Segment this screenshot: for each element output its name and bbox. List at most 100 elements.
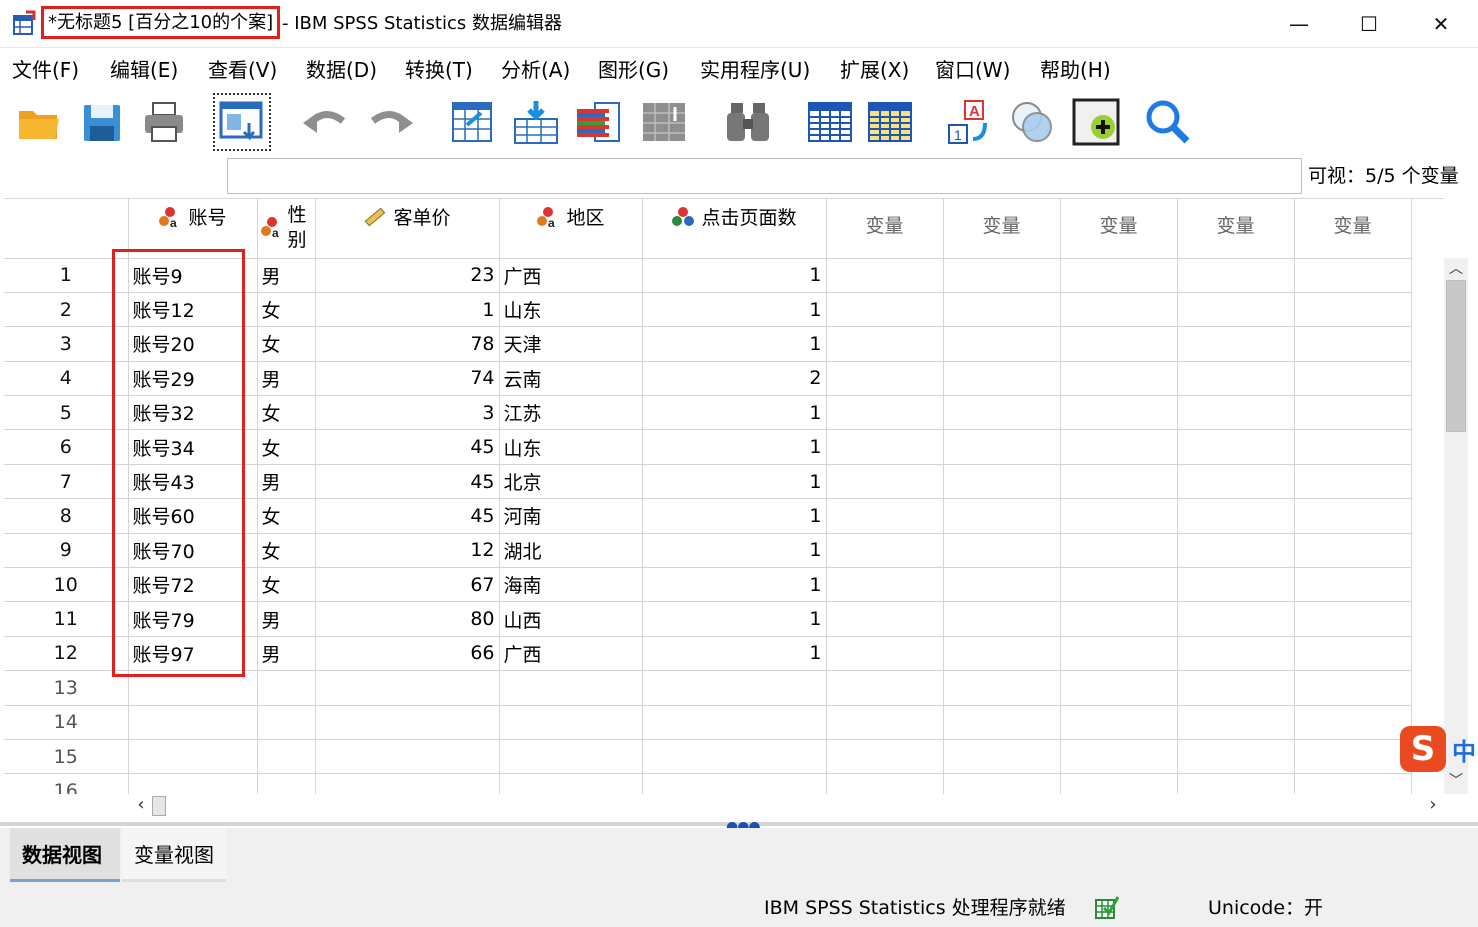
row-number[interactable]: 5 [4,395,129,431]
cell-empty[interactable] [1177,258,1295,293]
cell-account[interactable]: 账号60 [128,498,258,534]
row-number[interactable]: 4 [4,361,129,397]
cell-empty[interactable] [642,670,827,706]
use-sets-icon[interactable] [1004,94,1060,150]
cell-empty[interactable] [1294,601,1412,637]
tab-data-view[interactable]: 数据视图 [10,828,120,882]
vertical-scrollbar[interactable]: ︿ ﹀ [1444,258,1468,794]
cell-empty[interactable] [943,326,1061,362]
undo-icon[interactable] [296,94,352,150]
cell-clicks[interactable]: 1 [642,567,827,603]
row-number[interactable]: 7 [4,464,129,500]
cell-empty[interactable] [943,601,1061,637]
cell-price[interactable]: 67 [315,567,500,603]
cell-empty[interactable] [943,498,1061,534]
vertical-scroll-thumb[interactable] [1446,280,1466,432]
cell-region[interactable]: 广西 [499,258,643,293]
cell-account[interactable]: 账号9 [128,258,258,293]
scroll-down-icon[interactable]: ﹀ [1444,770,1468,792]
open-folder-icon[interactable] [10,94,66,150]
cell-empty[interactable] [826,361,944,397]
spss-app-icon[interactable] [12,10,38,36]
cell-empty[interactable] [257,773,316,794]
cell-account[interactable]: 账号72 [128,567,258,603]
row-number[interactable]: 10 [4,567,129,603]
cell-empty[interactable] [943,292,1061,328]
scroll-left-icon[interactable]: ‹ [130,794,152,818]
cell-empty[interactable] [1060,533,1178,569]
cell-empty[interactable] [1177,739,1295,775]
cell-gender[interactable]: 女 [257,395,316,431]
column-header-empty-variable[interactable]: 变量 [1294,199,1412,259]
cell-empty[interactable] [1060,567,1178,603]
cell-region[interactable]: 湖北 [499,533,643,569]
cell-clicks[interactable]: 1 [642,429,827,465]
row-number[interactable]: 16 [4,773,129,794]
cell-empty[interactable] [943,533,1061,569]
menu-view[interactable]: 查看(V) [208,56,277,84]
column-header-clicks[interactable]: 点击页面数 [642,199,827,259]
cell-empty[interactable] [315,705,500,740]
cell-account[interactable]: 账号12 [128,292,258,328]
cell-gender[interactable]: 女 [257,498,316,534]
cell-region[interactable]: 江苏 [499,395,643,431]
cell-price[interactable]: 78 [315,326,500,362]
cell-empty[interactable] [943,429,1061,465]
column-header-empty-variable[interactable]: 变量 [943,199,1061,259]
cell-empty[interactable] [1294,636,1412,672]
cell-price[interactable]: 45 [315,429,500,465]
cell-empty[interactable] [943,258,1061,293]
column-header-account[interactable]: a 账号 [128,199,258,259]
cell-empty[interactable] [1294,498,1412,534]
cell-empty[interactable] [1177,670,1295,706]
cell-empty[interactable] [1060,739,1178,775]
cell-region[interactable]: 广西 [499,636,643,672]
select-cases-icon[interactable] [862,94,918,150]
cell-empty[interactable] [826,773,944,794]
scroll-up-icon[interactable]: ︿ [1444,258,1468,280]
cell-empty[interactable] [1060,636,1178,672]
cell-empty[interactable] [128,670,258,706]
minimize-button[interactable]: — [1264,0,1334,48]
cell-price[interactable]: 74 [315,361,500,397]
cell-region[interactable]: 海南 [499,567,643,603]
cell-clicks[interactable]: 1 [642,533,827,569]
value-labels-icon[interactable]: A1 [942,94,998,150]
row-number[interactable]: 12 [4,636,129,672]
cell-region[interactable]: 云南 [499,361,643,397]
cell-empty[interactable] [1060,773,1178,794]
cell-clicks[interactable]: 1 [642,464,827,500]
cell-empty[interactable] [1294,705,1412,740]
insert-case-icon[interactable] [508,94,564,150]
cell-empty[interactable] [826,429,944,465]
cell-empty[interactable] [943,739,1061,775]
cell-gender[interactable]: 女 [257,567,316,603]
cell-empty[interactable] [315,670,500,706]
cell-empty[interactable] [826,292,944,328]
cell-price[interactable]: 45 [315,464,500,500]
cell-empty[interactable] [826,670,944,706]
cell-account[interactable]: 账号32 [128,395,258,431]
column-header-gender[interactable]: a 性 别 [257,199,316,259]
cell-region[interactable]: 天津 [499,326,643,362]
cell-account[interactable]: 账号70 [128,533,258,569]
cell-region[interactable]: 山东 [499,292,643,328]
cell-empty[interactable] [1060,670,1178,706]
row-number[interactable]: 2 [4,292,129,328]
cell-gender[interactable]: 男 [257,361,316,397]
cell-empty[interactable] [499,739,643,775]
cell-account[interactable]: 账号29 [128,361,258,397]
menu-transform[interactable]: 转换(T) [405,56,473,84]
cell-empty[interactable] [1060,326,1178,362]
goto-case-icon[interactable] [444,94,500,150]
menu-graphs[interactable]: 图形(G) [598,56,669,84]
cell-empty[interactable] [943,567,1061,603]
horizontal-scrollbar[interactable]: ‹ › [130,794,1444,818]
cell-gender[interactable]: 女 [257,429,316,465]
cell-empty[interactable] [1060,429,1178,465]
cell-empty[interactable] [826,395,944,431]
row-number[interactable]: 13 [4,670,129,706]
cell-clicks[interactable]: 1 [642,292,827,328]
cell-empty[interactable] [1177,636,1295,672]
cell-empty[interactable] [1294,429,1412,465]
